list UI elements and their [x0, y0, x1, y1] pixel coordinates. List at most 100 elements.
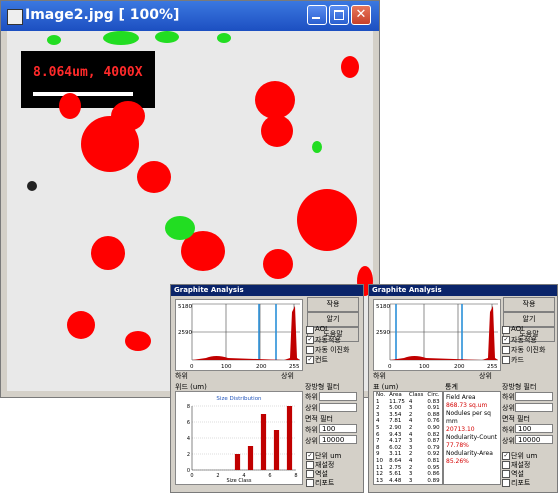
- table-cell: 1: [376, 398, 380, 405]
- table-cell: 8: [376, 444, 380, 451]
- table-cell: 6.02: [389, 444, 402, 451]
- table-header[interactable]: Class: [407, 392, 425, 399]
- histogram-x-tick: 100: [419, 364, 430, 370]
- aoi-checkbox[interactable]: [306, 326, 314, 334]
- area-lower-input[interactable]: 100: [515, 424, 553, 433]
- chart-grid: [192, 405, 296, 471]
- graphite-particle: [312, 141, 322, 153]
- histogram-x-tick: 255: [487, 364, 498, 370]
- table-row[interactable]: 11 2.75 2 0.95: [374, 465, 442, 472]
- chart-x-tick: 8: [294, 473, 297, 479]
- chart-x-tick: 0: [190, 473, 193, 479]
- auto-apply-checkbox[interactable]: ✓: [306, 336, 314, 344]
- table-row[interactable]: 8 6.02 3 0.79: [374, 445, 442, 452]
- graphite-particle: [165, 216, 195, 240]
- graphite-particle: [47, 35, 61, 45]
- table-cell: 2: [376, 405, 380, 412]
- table-row[interactable]: 5 2.90 2 0.90: [374, 425, 442, 432]
- minimize-icon[interactable]: [307, 5, 327, 25]
- graphite-particle: [125, 331, 151, 351]
- table-row[interactable]: 6 9.43 4 0.82: [374, 432, 442, 439]
- panel-1-title: Graphite Analysis: [171, 285, 363, 296]
- invert-checkbox[interactable]: [306, 470, 314, 478]
- reset-checkbox[interactable]: [306, 461, 314, 469]
- count-checkbox[interactable]: ✓: [306, 356, 314, 364]
- table-cell: 7.12: [387, 484, 407, 485]
- reset-checkbox[interactable]: [502, 461, 510, 469]
- table-cell: 2: [408, 464, 413, 471]
- rect-filter-label: 장방형 필터: [305, 383, 340, 391]
- table-header[interactable]: No.: [374, 392, 387, 399]
- unit-um-checkbox[interactable]: ✓: [306, 452, 314, 460]
- table-cell: 4: [408, 418, 413, 425]
- graphite-analysis-panel-2: Graphite Analysis 5180 2590 0 100 200 25…: [368, 284, 558, 493]
- table-cell: 4: [376, 418, 380, 425]
- table-cell: 3: [408, 477, 413, 484]
- table-header[interactable]: Circ.: [425, 392, 441, 399]
- aoi-checkbox[interactable]: [502, 326, 510, 334]
- table-cell: 10: [376, 457, 383, 464]
- histogram-upper-label: 상위: [479, 372, 492, 380]
- table-row[interactable]: 12 5.61 3 0.86: [374, 471, 442, 478]
- apply-button[interactable]: 작용: [307, 297, 359, 312]
- area-upper-input[interactable]: 10000: [319, 435, 357, 444]
- table-cell: 3.11: [389, 451, 402, 458]
- chart-x-axis-label: Size Class: [226, 478, 251, 484]
- table-row[interactable]: 2 5.00 3 0.91: [374, 405, 442, 412]
- area-filter-label: 면적 필터: [502, 415, 530, 423]
- table-cell: 0.82: [427, 431, 440, 438]
- stats-box: Field Area 868.73 sq.um Nodules per sq mm 2…: [443, 391, 501, 485]
- auto-binarize-label: 자동 이진화: [511, 346, 546, 354]
- graphite-particle: [91, 236, 125, 270]
- table-row[interactable]: 7 4.17 3 0.87: [374, 438, 442, 445]
- auto-apply-checkbox[interactable]: ✓: [502, 336, 510, 344]
- area-upper-input[interactable]: 10000: [515, 435, 553, 444]
- report-checkbox[interactable]: [306, 479, 314, 487]
- stat-line: Field Area: [446, 394, 476, 401]
- histogram-curve: [390, 306, 498, 360]
- auto-binarize-checkbox[interactable]: [502, 346, 510, 354]
- area-lower-input[interactable]: 100: [319, 424, 357, 433]
- unit-um-checkbox[interactable]: ✓: [502, 452, 510, 460]
- table-cell: 4.17: [389, 438, 402, 445]
- image-window-titlebar[interactable]: Image2.jpg [ 100%] ✕: [1, 1, 379, 31]
- table-row[interactable]: 3 3.54 2 0.88: [374, 412, 442, 419]
- graphite-analysis-panel-1: Graphite Analysis 5180 2590 0 100 200 25…: [170, 284, 364, 493]
- table-cell: 0.80: [425, 484, 441, 485]
- histogram-x-tick: 100: [221, 364, 232, 370]
- chart-bar: [273, 430, 280, 470]
- table-row[interactable]: 4 7.81 4 0.76: [374, 418, 442, 425]
- invert-checkbox[interactable]: [502, 470, 510, 478]
- table-row[interactable]: 9 3.11 2 0.92: [374, 451, 442, 458]
- stat-line: Nodules per sq mm: [446, 410, 491, 425]
- table-cell: 0.88: [427, 411, 440, 418]
- table-cell: 5.00: [389, 405, 402, 412]
- table-header[interactable]: Area: [387, 392, 407, 399]
- particle-table[interactable]: No. Area Class Circ. 1 11.75 4 0.83 2 5.00 3 0.91 3…: [373, 391, 443, 485]
- chart-y-tick: 6: [187, 420, 190, 426]
- table-cell: 4.48: [389, 477, 402, 484]
- close-icon[interactable]: ✕: [351, 5, 371, 25]
- table-cell: 5: [376, 424, 380, 431]
- rect-filter-lower-slider[interactable]: [319, 392, 357, 401]
- table-row[interactable]: 147.1240.80: [374, 484, 442, 485]
- rect-filter-upper-label: 상위: [502, 404, 515, 412]
- table-row[interactable]: 1 11.75 4 0.83: [374, 399, 442, 406]
- table-cell: 13: [376, 477, 383, 484]
- report-label: 리포트: [315, 479, 335, 487]
- table-row[interactable]: 10 8.64 4 0.81: [374, 458, 442, 465]
- maximize-icon[interactable]: [329, 5, 349, 25]
- rect-filter-lower-slider[interactable]: [515, 392, 553, 401]
- area-lower-label: 하위: [305, 426, 318, 434]
- chart-bar: [234, 454, 241, 470]
- histogram-x-tick: 200: [256, 364, 267, 370]
- rect-filter-upper-slider[interactable]: [515, 403, 553, 412]
- rect-filter-upper-slider[interactable]: [319, 403, 357, 412]
- report-checkbox[interactable]: [502, 479, 510, 487]
- auto-binarize-checkbox[interactable]: [306, 346, 314, 354]
- histogram-y-top: 5180: [178, 304, 192, 310]
- table-row[interactable]: 13 4.48 3 0.89: [374, 477, 442, 484]
- report-label: 리포트: [511, 479, 531, 487]
- card-checkbox[interactable]: [502, 356, 510, 364]
- apply-button[interactable]: 작용: [503, 297, 555, 312]
